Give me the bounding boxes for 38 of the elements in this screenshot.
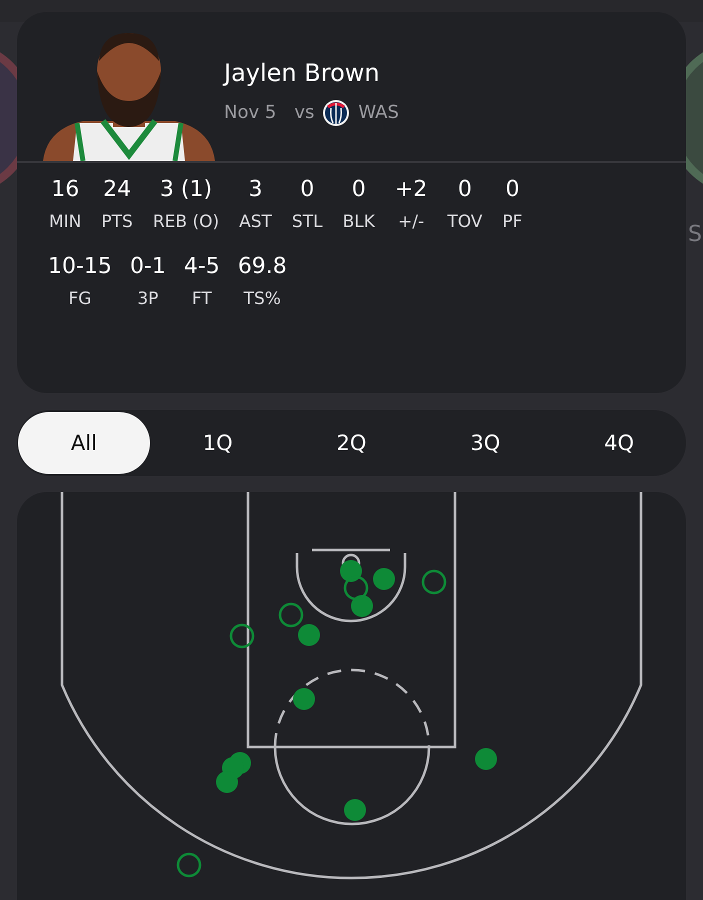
stat-value: 69.8: [238, 254, 287, 279]
stat-label: MIN: [49, 212, 82, 232]
stat-value: 10-15: [48, 254, 112, 279]
stat-label: FG: [68, 289, 92, 309]
period-tab[interactable]: 4Q: [553, 412, 685, 474]
stat-label: +/-: [398, 212, 424, 232]
stat-label: AST: [239, 212, 272, 232]
stat-value: 3 (1): [160, 177, 212, 202]
versus-label: vs: [294, 102, 314, 123]
stat-value: 0: [458, 177, 472, 202]
stat-label: STL: [292, 212, 323, 232]
stat-value: +2: [394, 177, 428, 202]
stat-label: PF: [502, 212, 522, 232]
period-tab[interactable]: 2Q: [286, 412, 418, 474]
stat-label: TOV: [447, 212, 482, 232]
period-tab[interactable]: 3Q: [419, 412, 552, 474]
stat-value: 4-5: [184, 254, 220, 279]
team-logo-icon: [322, 98, 350, 126]
stat-label: PTS: [101, 212, 133, 232]
stat-label: FT: [192, 289, 212, 309]
stat-label: TS%: [244, 289, 281, 309]
stat-value: 24: [103, 177, 132, 202]
opponent-abbreviation: WAS: [358, 102, 399, 123]
stat-value: 0: [505, 177, 520, 202]
stat-label: BLK: [342, 212, 375, 232]
stat-value: 0: [300, 177, 314, 202]
period-tab[interactable]: 1Q: [152, 412, 284, 474]
period-tab[interactable]: All: [18, 412, 150, 474]
edge-text: S: [688, 222, 702, 247]
stat-label: REB (O): [152, 212, 220, 232]
stat-value: 16: [51, 177, 80, 202]
stat-value: 3: [248, 177, 263, 202]
player-name: Jaylen Brown: [224, 58, 381, 86]
player-avatar-icon: [43, 31, 215, 161]
stat-value: 0-1: [130, 254, 166, 279]
stat-value: 0: [352, 177, 366, 202]
stat-label: 3P: [137, 289, 158, 309]
game-date: Nov 5: [224, 102, 276, 123]
